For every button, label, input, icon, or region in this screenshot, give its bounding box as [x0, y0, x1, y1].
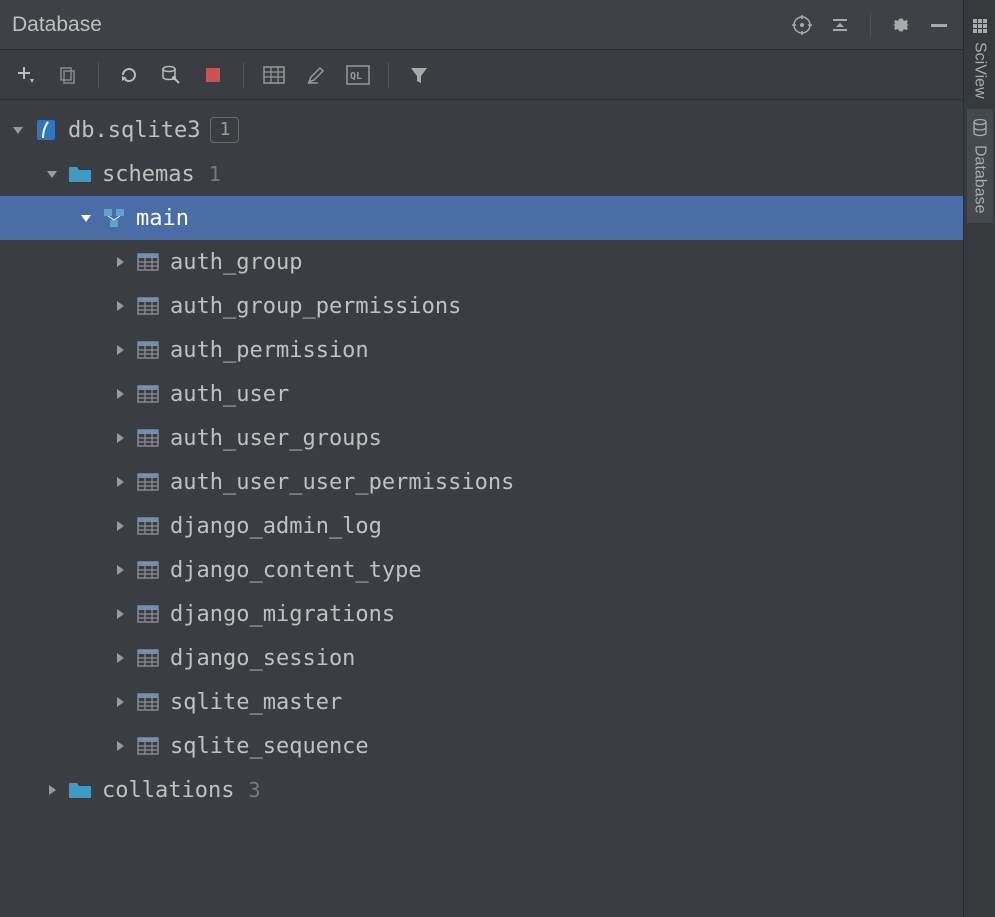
chevron-right-icon	[110, 736, 130, 756]
tree-label: django_session	[170, 646, 355, 671]
filter-icon[interactable]	[407, 63, 431, 87]
schema-icon	[102, 206, 126, 230]
chevron-right-icon	[110, 604, 130, 624]
tree-node-database[interactable]: db.sqlite3 1	[0, 108, 963, 152]
header-divider	[870, 13, 871, 37]
tree-node-table[interactable]: auth_user_groups	[0, 416, 963, 460]
tree-node-table[interactable]: auth_user	[0, 372, 963, 416]
refresh-icon[interactable]	[117, 63, 141, 87]
tree-node-table[interactable]: sqlite_master	[0, 680, 963, 724]
panel-header: Database	[0, 0, 963, 50]
folder-icon	[68, 162, 92, 186]
tree-node-table[interactable]: django_migrations	[0, 592, 963, 636]
tree-label: auth_group	[170, 250, 302, 275]
panel-title: Database	[12, 13, 790, 37]
side-tab-label: SciView	[971, 42, 989, 99]
tree-label: auth_group_permissions	[170, 294, 461, 319]
toolbar-divider	[98, 62, 99, 88]
minimize-icon[interactable]	[927, 13, 951, 37]
tree-node-collations[interactable]: collations 3	[0, 768, 963, 812]
tree-node-table[interactable]: django_admin_log	[0, 504, 963, 548]
table-icon	[136, 250, 160, 274]
tree-label: collations	[102, 778, 234, 803]
table-icon	[136, 470, 160, 494]
chevron-down-icon	[76, 208, 96, 228]
add-icon[interactable]	[14, 63, 38, 87]
gear-icon[interactable]	[889, 13, 913, 37]
side-tab-label: Database	[971, 145, 989, 214]
tree-label: db.sqlite3	[68, 118, 200, 143]
tree-node-table[interactable]: auth_group	[0, 240, 963, 284]
tree-node-table[interactable]: django_session	[0, 636, 963, 680]
sqlite-feather-icon	[34, 118, 58, 142]
database-tree: db.sqlite3 1 schemas 1 main auth_grou	[0, 100, 963, 917]
tree-label: auth_permission	[170, 338, 369, 363]
table-icon[interactable]	[262, 63, 286, 87]
table-icon	[136, 734, 160, 758]
chevron-down-icon	[8, 120, 28, 140]
folder-icon	[68, 778, 92, 802]
toolbar-divider	[388, 62, 389, 88]
tree-label: django_migrations	[170, 602, 395, 627]
table-icon	[136, 294, 160, 318]
chevron-right-icon	[110, 516, 130, 536]
tree-label: django_admin_log	[170, 514, 382, 539]
split-icon[interactable]	[828, 13, 852, 37]
database-panel: Database	[0, 0, 963, 917]
chevron-right-icon	[110, 560, 130, 580]
tree-node-table[interactable]: django_content_type	[0, 548, 963, 592]
table-icon	[136, 426, 160, 450]
tree-label: auth_user_groups	[170, 426, 382, 451]
chevron-right-icon	[110, 472, 130, 492]
database-icon	[972, 119, 988, 137]
chevron-right-icon	[110, 692, 130, 712]
stop-icon[interactable]	[201, 63, 225, 87]
database-wrench-icon[interactable]	[159, 63, 183, 87]
tree-node-schema-main[interactable]: main	[0, 196, 963, 240]
tree-label: sqlite_sequence	[170, 734, 369, 759]
table-icon	[136, 338, 160, 362]
table-icon	[136, 602, 160, 626]
table-icon	[136, 690, 160, 714]
edit-icon[interactable]	[304, 63, 328, 87]
chevron-right-icon	[42, 780, 62, 800]
tree-label: main	[136, 206, 189, 231]
copy-icon[interactable]	[56, 63, 80, 87]
ql-console-icon[interactable]: QL	[346, 63, 370, 87]
side-tab-sciview[interactable]: SciView	[967, 8, 993, 109]
tree-label: auth_user	[170, 382, 289, 407]
chevron-right-icon	[110, 428, 130, 448]
tree-node-schemas[interactable]: schemas 1	[0, 152, 963, 196]
target-icon[interactable]	[790, 13, 814, 37]
table-icon	[136, 558, 160, 582]
side-tab-database[interactable]: Database	[967, 109, 993, 224]
tree-node-table[interactable]: sqlite_sequence	[0, 724, 963, 768]
tree-node-table[interactable]: auth_permission	[0, 328, 963, 372]
table-icon	[136, 514, 160, 538]
tree-label: auth_user_user_permissions	[170, 470, 514, 495]
toolbar: QL	[0, 50, 963, 100]
right-gutter: SciView Database	[963, 0, 995, 917]
chevron-right-icon	[110, 384, 130, 404]
tree-node-table[interactable]: auth_user_user_permissions	[0, 460, 963, 504]
chevron-right-icon	[110, 648, 130, 668]
tree-label: django_content_type	[170, 558, 422, 583]
chevron-right-icon	[110, 296, 130, 316]
tree-label: schemas	[102, 162, 195, 187]
toolbar-divider	[243, 62, 244, 88]
table-icon	[136, 646, 160, 670]
count-badge: 1	[210, 117, 239, 143]
tree-count: 1	[209, 162, 221, 186]
chevron-right-icon	[110, 252, 130, 272]
chevron-right-icon	[110, 340, 130, 360]
tree-count: 3	[248, 778, 260, 802]
svg-text:QL: QL	[350, 71, 362, 82]
table-icon	[136, 382, 160, 406]
tree-label: sqlite_master	[170, 690, 342, 715]
chevron-down-icon	[42, 164, 62, 184]
tree-node-table[interactable]: auth_group_permissions	[0, 284, 963, 328]
sciview-icon	[972, 18, 988, 34]
